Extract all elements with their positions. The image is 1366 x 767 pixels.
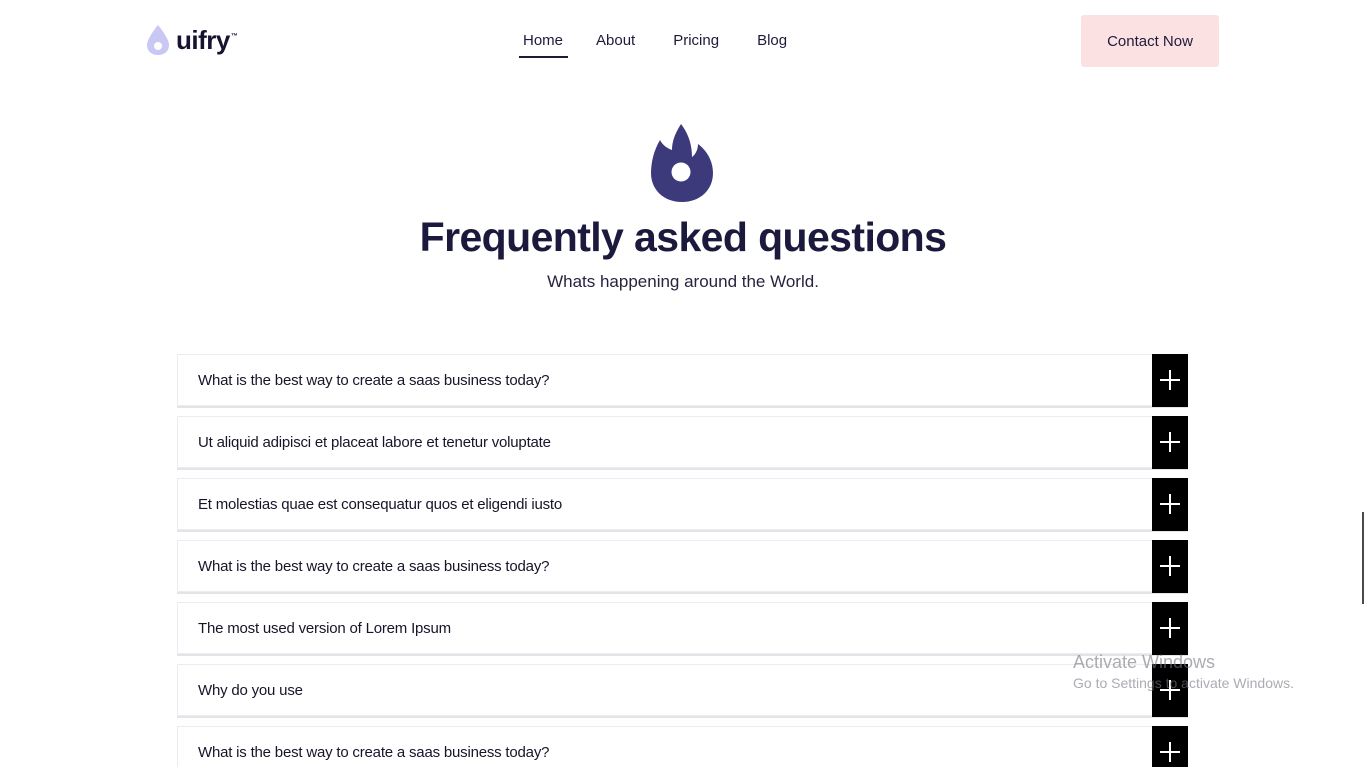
flame-icon — [651, 124, 713, 202]
faq-question: Et molestias quae est consequatur quos e… — [198, 496, 563, 513]
contact-now-button[interactable]: Contact Now — [1081, 15, 1219, 67]
faq-question: What is the best way to create a saas bu… — [198, 744, 550, 761]
plus-icon — [1160, 494, 1180, 514]
faq-expand-button[interactable] — [1152, 602, 1188, 655]
plus-icon — [1160, 556, 1180, 576]
nav-pricing[interactable]: Pricing — [673, 30, 719, 58]
nav-home[interactable]: Home — [519, 30, 569, 58]
plus-icon — [1160, 742, 1180, 762]
logo-trademark: ™ — [230, 33, 238, 40]
plus-icon — [1160, 370, 1180, 390]
site-header: uifry ™ Home About Pricing Blog Contact … — [0, 0, 1366, 84]
faq-expand-button[interactable] — [1152, 540, 1188, 593]
logo-link[interactable]: uifry ™ — [146, 24, 238, 56]
faq-question: What is the best way to create a saas bu… — [198, 558, 550, 575]
plus-icon — [1160, 618, 1180, 638]
scrollbar-thumb[interactable] — [1362, 512, 1364, 604]
faq-item[interactable]: The most used version of Lorem Ipsum — [177, 602, 1188, 655]
faq-question: Why do you use — [198, 682, 303, 699]
faq-expand-button[interactable] — [1152, 726, 1188, 767]
faq-item[interactable]: What is the best way to create a saas bu… — [177, 354, 1188, 407]
faq-item[interactable]: What is the best way to create a saas bu… — [177, 726, 1188, 767]
page-subtitle: Whats happening around the World. — [547, 272, 819, 291]
faq-list: What is the best way to create a saas bu… — [177, 354, 1188, 767]
faq-expand-button[interactable] — [1152, 354, 1188, 407]
plus-icon — [1160, 680, 1180, 700]
drop-logo-icon — [147, 25, 169, 55]
faq-item[interactable]: Et molestias quae est consequatur quos e… — [177, 478, 1188, 531]
faq-item[interactable]: Ut aliquid adipisci et placeat labore et… — [177, 416, 1188, 469]
faq-expand-button[interactable] — [1152, 664, 1188, 717]
nav-about[interactable]: About — [596, 30, 635, 58]
main-nav: Home About Pricing Blog — [519, 30, 825, 58]
logo-text: uifry — [176, 25, 230, 55]
page-title: Frequently asked questions — [419, 214, 947, 260]
faq-item[interactable]: Why do you use — [177, 664, 1188, 717]
faq-expand-button[interactable] — [1152, 416, 1188, 469]
faq-question: The most used version of Lorem Ipsum — [198, 620, 451, 637]
faq-question: What is the best way to create a saas bu… — [198, 372, 550, 389]
faq-question: Ut aliquid adipisci et placeat labore et… — [198, 434, 551, 451]
page: uifry ™ Home About Pricing Blog Contact … — [0, 0, 1366, 767]
plus-icon — [1160, 432, 1180, 452]
faq-expand-button[interactable] — [1152, 478, 1188, 531]
faq-item[interactable]: What is the best way to create a saas bu… — [177, 540, 1188, 593]
nav-blog[interactable]: Blog — [757, 30, 787, 58]
